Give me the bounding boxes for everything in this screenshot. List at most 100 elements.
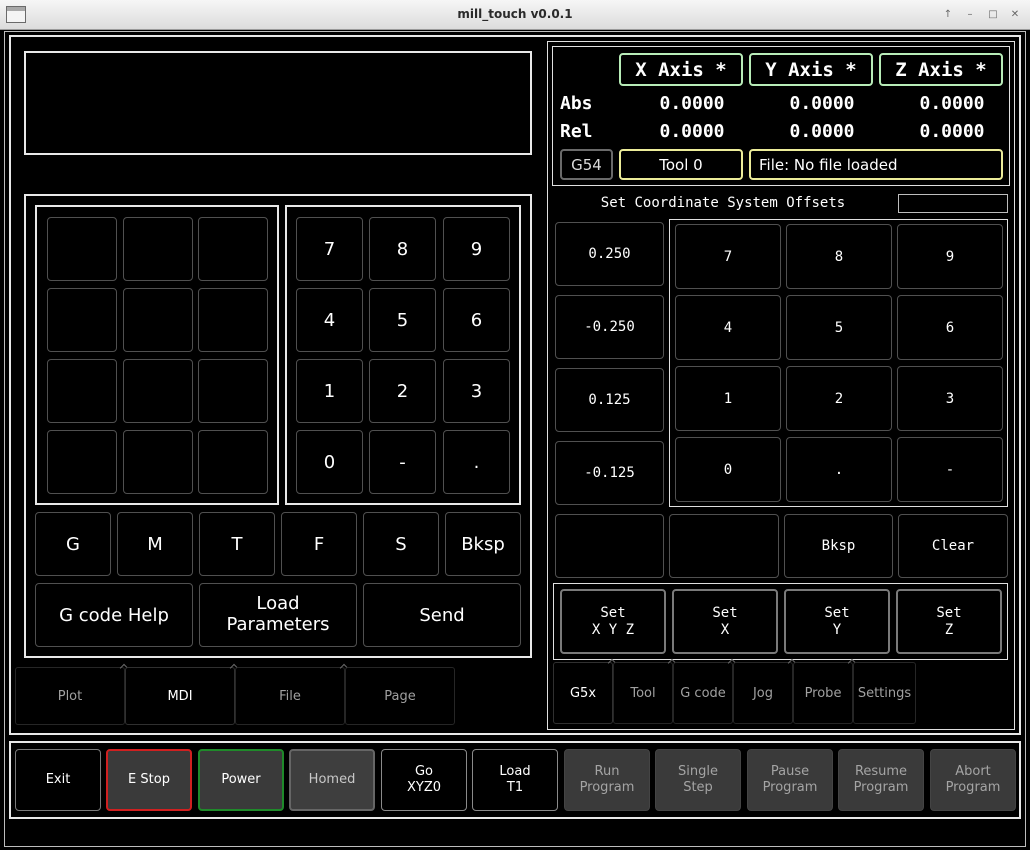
set-button-line1: Set xyxy=(712,605,738,622)
mdi-number-key[interactable]: 3 xyxy=(443,359,510,423)
bottom-button-line1: Pause xyxy=(770,764,810,780)
mdi-number-key[interactable]: 5 xyxy=(369,288,436,352)
window-maximize-icon[interactable]: □ xyxy=(986,8,1000,22)
coord-system-button[interactable]: G54 xyxy=(560,149,613,180)
bottom-button-line1: E Stop xyxy=(128,772,170,788)
pause-program-button[interactable]: Pause Program xyxy=(747,749,833,811)
offset-number-key[interactable]: 8 xyxy=(786,224,892,289)
load-parameters-button[interactable]: Load Parameters xyxy=(199,583,357,647)
status-bar xyxy=(9,823,1021,843)
set-z-button[interactable]: Set Z xyxy=(896,589,1002,654)
set-y-button[interactable]: Set Y xyxy=(784,589,890,654)
offset-preset-button[interactable]: -0.125 xyxy=(555,441,664,505)
letter-key[interactable] xyxy=(198,288,268,352)
word-key[interactable]: S xyxy=(363,512,439,576)
offset-number-key[interactable]: 0 xyxy=(675,437,781,502)
offset-preset-button[interactable]: -0.250 xyxy=(555,295,664,359)
letter-key[interactable] xyxy=(47,288,117,352)
window-close-icon[interactable]: ✕ xyxy=(1008,8,1022,22)
tab-page[interactable]: Page xyxy=(345,667,455,725)
exit-button[interactable]: Exit xyxy=(15,749,101,811)
tab-mdi-label: MDI xyxy=(167,688,193,704)
estop-button[interactable]: E Stop xyxy=(106,749,192,811)
x-axis-button[interactable]: X Axis * xyxy=(619,53,743,86)
go-xyz0-button[interactable]: Go XYZ0 xyxy=(381,749,467,811)
y-axis-button[interactable]: Y Axis * xyxy=(749,53,873,86)
offset-number-key[interactable]: 1 xyxy=(675,366,781,431)
offset-backspace-button[interactable]: Bksp xyxy=(784,514,893,578)
tab-probe[interactable]: Probe xyxy=(793,658,857,724)
tab-jog[interactable]: Jog xyxy=(733,658,797,724)
tab-mdi[interactable]: MDI xyxy=(125,663,239,725)
offset-number-key[interactable]: 2 xyxy=(786,366,892,431)
tab-plot[interactable]: Plot xyxy=(15,663,129,725)
mdi-number-key[interactable]: 2 xyxy=(369,359,436,423)
window-shade-icon[interactable]: ↑ xyxy=(941,8,955,22)
tab-tool[interactable]: Tool xyxy=(613,658,677,724)
set-button-line2: X xyxy=(720,621,730,638)
gcode-help-button[interactable]: G code Help xyxy=(35,583,193,647)
resume-program-button[interactable]: Resume Program xyxy=(838,749,924,811)
offset-number-key[interactable]: - xyxy=(897,437,1003,502)
tab-settings[interactable]: Settings xyxy=(853,662,916,724)
letter-key[interactable] xyxy=(47,217,117,281)
offset-number-key[interactable]: 6 xyxy=(897,295,1003,360)
mdi-number-key[interactable]: 1 xyxy=(296,359,363,423)
word-key[interactable]: M xyxy=(117,512,193,576)
offset-clear-button[interactable]: Clear xyxy=(898,514,1008,578)
letter-key[interactable] xyxy=(123,430,193,494)
offset-blank-key[interactable] xyxy=(555,514,664,578)
word-key[interactable]: G xyxy=(35,512,111,576)
letter-key[interactable] xyxy=(198,430,268,494)
mdi-number-key[interactable]: 0 xyxy=(296,430,363,494)
offset-number-key[interactable]: 5 xyxy=(786,295,892,360)
send-button[interactable]: Send xyxy=(363,583,521,647)
letter-key[interactable] xyxy=(198,359,268,423)
tab-jog-label: Jog xyxy=(752,685,774,701)
mdi-number-key[interactable]: 7 xyxy=(296,217,363,281)
word-key[interactable]: Bksp xyxy=(445,512,521,576)
offset-preset-button[interactable]: 0.250 xyxy=(555,222,664,286)
word-key[interactable]: F xyxy=(281,512,357,576)
offset-blank-key[interactable] xyxy=(669,514,779,578)
letter-key[interactable] xyxy=(123,217,193,281)
offset-entry-field[interactable] xyxy=(898,194,1008,213)
tab-g5x[interactable]: G5x xyxy=(553,658,617,724)
offset-number-key[interactable]: 7 xyxy=(675,224,781,289)
mdi-number-key[interactable]: 9 xyxy=(443,217,510,281)
letter-key[interactable] xyxy=(123,359,193,423)
abs-label: Abs xyxy=(560,93,593,114)
power-button[interactable]: Power xyxy=(198,749,284,811)
homed-button[interactable]: Homed xyxy=(289,749,375,811)
offset-number-key[interactable]: 4 xyxy=(675,295,781,360)
letter-key[interactable] xyxy=(47,430,117,494)
set-xyz-button[interactable]: Set X Y Z xyxy=(560,589,666,654)
z-axis-button[interactable]: Z Axis * xyxy=(879,53,1003,86)
offset-preset-button[interactable]: 0.125 xyxy=(555,368,664,432)
offset-number-key[interactable]: 3 xyxy=(897,366,1003,431)
mdi-number-key[interactable]: 8 xyxy=(369,217,436,281)
bottom-button-line2: Program xyxy=(579,780,635,795)
run-program-button[interactable]: Run Program xyxy=(564,749,650,811)
bottom-button-line2: XYZ0 xyxy=(406,780,442,795)
word-key[interactable]: T xyxy=(199,512,275,576)
set-x-button[interactable]: Set X xyxy=(672,589,778,654)
mdi-number-key[interactable]: 4 xyxy=(296,288,363,352)
load-t1-button[interactable]: Load T1 xyxy=(472,749,558,811)
offset-number-key[interactable]: 9 xyxy=(897,224,1003,289)
bottom-button-line1: Run xyxy=(594,764,620,780)
window-minimize-icon[interactable]: – xyxy=(963,8,977,22)
mdi-number-key[interactable]: - xyxy=(369,430,436,494)
abort-program-button[interactable]: Abort Program xyxy=(930,749,1016,811)
mdi-number-key[interactable]: 6 xyxy=(443,288,510,352)
letter-key[interactable] xyxy=(47,359,117,423)
bottom-button-line1: Homed xyxy=(308,772,356,788)
mdi-number-key[interactable]: . xyxy=(443,430,510,494)
letter-key[interactable] xyxy=(123,288,193,352)
tab-file[interactable]: File xyxy=(235,663,349,725)
tab-gcode[interactable]: G code xyxy=(673,658,737,724)
offset-number-key[interactable]: . xyxy=(786,437,892,502)
tab-file-label: File xyxy=(279,688,301,704)
letter-key[interactable] xyxy=(198,217,268,281)
single-step-button[interactable]: Single Step xyxy=(655,749,741,811)
